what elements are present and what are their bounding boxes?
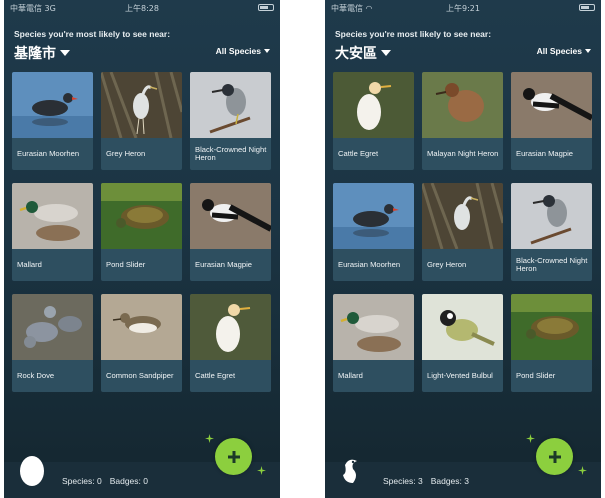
species-name: Rock Dove xyxy=(17,370,55,380)
species-card[interactable]: Eurasian Magpie xyxy=(190,183,271,281)
pond-slider-photo xyxy=(101,183,182,249)
night-heron-photo xyxy=(190,72,271,138)
sparkle-icon xyxy=(205,434,214,443)
species-card[interactable]: Light-Vented Bulbul xyxy=(422,294,503,392)
location-selector[interactable]: 大安區 xyxy=(335,43,391,63)
species-card[interactable]: Black-Crowned Night Heron xyxy=(511,183,592,281)
species-grid: Cattle Egret Malayan Night Heron Eurasia… xyxy=(333,72,592,392)
species-card[interactable]: Mallard xyxy=(12,183,93,281)
sparkle-icon xyxy=(578,466,587,475)
species-count: Species: 3 xyxy=(383,476,423,486)
add-sighting-button[interactable] xyxy=(215,438,252,475)
species-card[interactable]: Black-Crowned Night Heron xyxy=(190,72,271,170)
sparkle-icon xyxy=(526,434,535,443)
pond-slider-photo xyxy=(511,294,592,360)
eurasian-moorhen-photo xyxy=(333,183,414,249)
species-card[interactable]: Eurasian Moorhen xyxy=(333,183,414,281)
bird-icon[interactable] xyxy=(339,453,367,487)
mallard-photo xyxy=(333,294,414,360)
status-bar: 中華電信 3G 上午8:28 xyxy=(4,0,280,16)
egg-icon[interactable] xyxy=(18,453,46,487)
species-card[interactable]: Rock Dove xyxy=(12,294,93,392)
species-name: Eurasian Magpie xyxy=(516,148,573,158)
species-name: Black-Crowned Night Heron xyxy=(516,255,588,273)
species-name: Eurasian Moorhen xyxy=(17,148,80,158)
species-name: Pond Slider xyxy=(516,370,556,380)
eurasian-magpie-photo xyxy=(511,72,592,138)
cattle-egret-photo xyxy=(333,72,414,138)
battery-icon xyxy=(576,3,595,12)
species-name: Eurasian Magpie xyxy=(195,259,252,269)
status-bar: 中華電信 ◠ 上午9:21 xyxy=(325,0,601,16)
species-name: Black-Crowned Night Heron xyxy=(195,144,267,162)
chevron-down-icon xyxy=(264,49,270,53)
species-name: Mallard xyxy=(338,370,363,380)
caret-down-icon xyxy=(381,50,391,56)
species-filter-dropdown[interactable]: All Species xyxy=(216,46,270,56)
mallard-photo xyxy=(12,183,93,249)
eurasian-moorhen-photo xyxy=(12,72,93,138)
species-name: Cattle Egret xyxy=(195,370,236,380)
location-label: 基隆市 xyxy=(14,46,56,62)
collection-stats: Species: 3 Badges: 3 xyxy=(383,476,469,486)
species-name: Eurasian Moorhen xyxy=(338,259,401,269)
collection-stats: Species: 0 Badges: 0 xyxy=(62,476,148,486)
status-time: 上午8:28 xyxy=(125,4,159,13)
night-heron-photo xyxy=(511,183,592,249)
cattle-egret-photo xyxy=(190,294,271,360)
rock-dove-photo xyxy=(12,294,93,360)
species-name: Cattle Egret xyxy=(338,148,379,158)
nearby-subtitle: Species you're most likely to see near: xyxy=(335,29,492,39)
species-filter-dropdown[interactable]: All Species xyxy=(537,46,591,56)
filter-label: All Species xyxy=(536,46,582,56)
caret-down-icon xyxy=(60,50,70,56)
nearby-subtitle: Species you're most likely to see near: xyxy=(14,29,171,39)
location-selector[interactable]: 基隆市 xyxy=(14,43,70,63)
species-grid: Eurasian Moorhen Grey Heron Black-Crowne… xyxy=(12,72,271,392)
species-card[interactable]: Cattle Egret xyxy=(333,72,414,170)
common-sandpiper-photo xyxy=(101,294,182,360)
plus-icon xyxy=(548,450,561,463)
species-name: Mallard xyxy=(17,259,42,269)
chevron-down-icon xyxy=(585,49,591,53)
species-card[interactable]: Grey Heron xyxy=(422,183,503,281)
badges-count: Badges: 0 xyxy=(109,476,148,486)
species-card[interactable]: Malayan Night Heron xyxy=(422,72,503,170)
location-label: 大安區 xyxy=(335,46,377,62)
badges-count: Badges: 3 xyxy=(430,476,469,486)
species-card[interactable]: Eurasian Moorhen xyxy=(12,72,93,170)
light-vented-bulbul-photo xyxy=(422,294,503,360)
species-card[interactable]: Pond Slider xyxy=(511,294,592,392)
filter-label: All Species xyxy=(215,46,261,56)
status-time: 上午9:21 xyxy=(446,4,480,13)
sparkle-icon xyxy=(257,466,266,475)
species-name: Grey Heron xyxy=(106,148,146,158)
species-card[interactable]: Pond Slider xyxy=(101,183,182,281)
species-card[interactable]: Cattle Egret xyxy=(190,294,271,392)
species-card[interactable]: Common Sandpiper xyxy=(101,294,182,392)
species-name: Light-Vented Bulbul xyxy=(427,370,493,380)
grey-heron-photo xyxy=(422,183,503,249)
species-card[interactable]: Eurasian Magpie xyxy=(511,72,592,170)
species-count: Species: 0 xyxy=(62,476,102,486)
battery-icon xyxy=(255,3,274,12)
grey-heron-photo xyxy=(101,72,182,138)
add-sighting-button[interactable] xyxy=(536,438,573,475)
phone-screen-left: 中華電信 3G 上午8:28 Species you're most likel… xyxy=(4,0,280,498)
species-name: Grey Heron xyxy=(427,259,467,269)
species-card[interactable]: Mallard xyxy=(333,294,414,392)
species-name: Malayan Night Heron xyxy=(427,148,499,158)
plus-icon xyxy=(227,450,240,463)
eurasian-magpie-photo xyxy=(190,183,271,249)
species-card[interactable]: Grey Heron xyxy=(101,72,182,170)
malayan-night-heron-photo xyxy=(422,72,503,138)
species-name: Common Sandpiper xyxy=(106,370,174,380)
phone-screen-right: 中華電信 ◠ 上午9:21 Species you're most likely… xyxy=(325,0,601,498)
species-name: Pond Slider xyxy=(106,259,146,269)
